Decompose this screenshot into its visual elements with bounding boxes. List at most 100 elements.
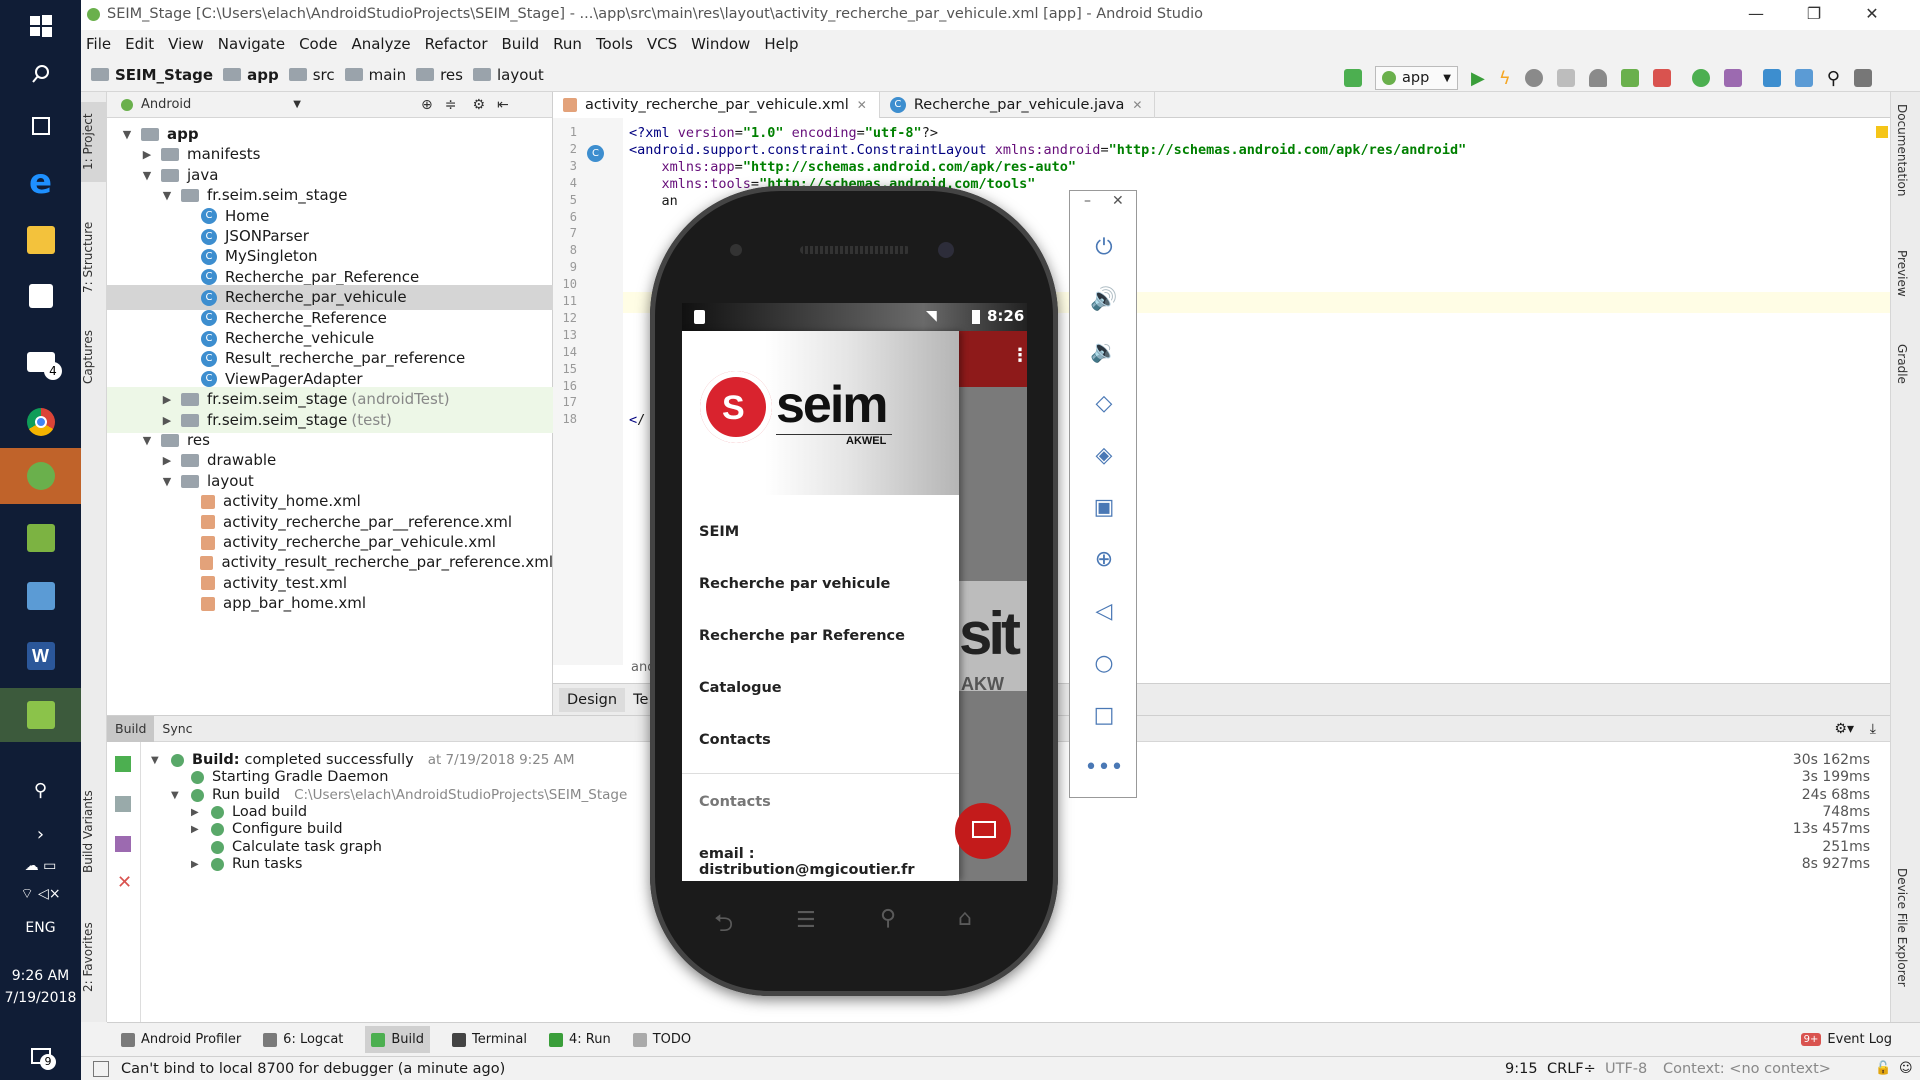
minimize-emulator-icon[interactable]: –	[1084, 193, 1091, 209]
tab-layout-xml[interactable]: activity_recherche_par_vehicule.xml ✕	[553, 91, 880, 118]
app-icon-green[interactable]	[0, 512, 81, 564]
breadcrumb-res[interactable]: res	[416, 66, 463, 84]
rotate-left-icon[interactable]: ◇	[1070, 377, 1138, 429]
close-emulator-icon[interactable]: ✕	[1112, 193, 1124, 209]
app-icon-blue[interactable]	[0, 570, 81, 622]
tray-icons[interactable]: ☁ ▭	[0, 850, 81, 882]
tab-device-file-explorer[interactable]: Device File Explorer	[1895, 868, 1909, 987]
search-icon[interactable]	[0, 48, 81, 100]
layout-inspector-icon[interactable]	[1853, 69, 1872, 87]
apply-changes-icon[interactable]: ϟ	[1499, 68, 1511, 89]
clock-date[interactable]: 7/19/2018	[0, 990, 81, 1006]
locate-icon[interactable]: ⊕	[421, 97, 433, 113]
attach-debugger-icon[interactable]	[1620, 69, 1639, 87]
action-center-icon[interactable]: 9	[0, 1032, 81, 1080]
android-studio-icon[interactable]	[0, 448, 81, 504]
menu-edit[interactable]: Edit	[118, 30, 161, 58]
drawer-item-recherche-reference[interactable]: Recherche par Reference	[699, 628, 905, 644]
tab-todo[interactable]: TODO	[632, 1032, 691, 1047]
debug-icon[interactable]	[1524, 69, 1543, 87]
overflow-menu-icon[interactable]: ⋮	[1011, 345, 1027, 366]
windows-start-icon[interactable]	[0, 0, 81, 52]
stop-icon[interactable]	[1652, 69, 1671, 87]
tab-terminal[interactable]: Terminal	[452, 1032, 527, 1047]
hammer-icon[interactable]	[115, 756, 131, 772]
chevron-down-icon[interactable]: ▼	[293, 99, 301, 110]
volume-down-icon[interactable]: 🔉	[1070, 325, 1138, 377]
menu-run[interactable]: Run	[546, 30, 589, 58]
volume-up-icon[interactable]: 🔊	[1070, 273, 1138, 325]
run-config-select[interactable]: app ▼	[1375, 66, 1458, 90]
drawer-email[interactable]: email : distribution@mgicoutier.fr	[699, 846, 959, 878]
hide-panel-icon[interactable]: ⤓	[1870, 721, 1876, 737]
line-separator[interactable]: CRLF÷	[1547, 1061, 1596, 1077]
drawer-item-recherche-vehicule[interactable]: Recherche par vehicule	[699, 576, 890, 592]
menu-refactor[interactable]: Refactor	[418, 30, 495, 58]
code-line[interactable]: <android.support.constraint.ConstraintLa…	[629, 142, 1466, 158]
menu-window[interactable]: Window	[684, 30, 757, 58]
app-icon-tablet[interactable]	[0, 688, 81, 742]
toggle-tool-windows-icon[interactable]	[93, 1060, 109, 1077]
menu-help[interactable]: Help	[757, 30, 805, 58]
file-encoding[interactable]: UTF-8	[1605, 1061, 1647, 1077]
camera-icon[interactable]: ▣	[1070, 481, 1138, 533]
tab-run[interactable]: 4: Run	[548, 1032, 611, 1047]
tab-java-file[interactable]: C Recherche_par_vehicule.java ✕	[880, 91, 1156, 118]
expand-right-icon[interactable]: ▶	[191, 854, 207, 875]
emulator-screen[interactable]: ◥ 8:26 ⋮ sit AKW S seim AKWEL SEIM Reche…	[682, 303, 1027, 881]
design-tab[interactable]: Design	[559, 687, 626, 712]
restore-button[interactable]: ❐	[1785, 0, 1843, 30]
gear-icon[interactable]: ⚙▾	[1834, 721, 1854, 737]
lock-icon[interactable]: 🔓	[1875, 1061, 1891, 1076]
drawer-item-catalogue[interactable]: Catalogue	[699, 680, 782, 696]
drawer-item-contacts[interactable]: Contacts	[699, 732, 771, 748]
word-icon[interactable]: W	[0, 630, 81, 682]
close-button[interactable]: ✕	[1843, 0, 1901, 30]
tab-captures[interactable]: Captures	[81, 317, 107, 397]
menu-file[interactable]: File	[81, 30, 118, 58]
rotate-right-icon[interactable]: ◈	[1070, 429, 1138, 481]
menu-vcs[interactable]: VCS	[640, 30, 684, 58]
tab-project[interactable]: 1: Project	[81, 102, 107, 182]
drawer-item-seim[interactable]: SEIM	[699, 524, 739, 540]
project-structure-icon[interactable]	[1794, 69, 1813, 87]
tab-documentation[interactable]: Documentation	[1895, 104, 1909, 197]
make-project-icon[interactable]	[1344, 69, 1362, 87]
project-view-select[interactable]: Android	[141, 97, 191, 112]
tab-gradle[interactable]: Gradle	[1895, 344, 1909, 384]
build-row[interactable]: ▶ Run tasks	[191, 854, 303, 875]
clock-time[interactable]: 9:26 AM	[0, 968, 81, 984]
status-message[interactable]: Can't bind to local 8700 for debugger (a…	[121, 1061, 505, 1077]
menu-code[interactable]: Code	[292, 30, 344, 58]
power-icon[interactable]: ⏻	[1070, 221, 1138, 273]
home-icon[interactable]: ○	[1070, 637, 1138, 689]
toggle-view-icon[interactable]	[115, 796, 131, 812]
minimize-button[interactable]: —	[1727, 0, 1785, 30]
breadcrumb-src[interactable]: src	[288, 66, 335, 84]
collapse-icon[interactable]: ≑	[445, 97, 457, 113]
back-key-icon[interactable]: ⮌	[714, 906, 733, 947]
search-everywhere-icon[interactable]: ⚲	[1827, 68, 1840, 89]
tab-logcat[interactable]: 6: Logcat	[263, 1032, 343, 1047]
tab-build[interactable]: Build	[107, 715, 155, 742]
gear-icon[interactable]: ⚙	[472, 97, 485, 113]
code-line[interactable]: xmlns:app="http://schemas.android.com/ap…	[629, 159, 1077, 175]
edge-icon[interactable]: e	[0, 156, 81, 208]
tab-android-profiler[interactable]: Android Profiler	[121, 1032, 241, 1047]
close-icon[interactable]: ✕	[857, 98, 867, 112]
menu-tools[interactable]: Tools	[589, 30, 640, 58]
back-icon[interactable]: ◁	[1070, 585, 1138, 637]
tab-favorites[interactable]: 2: Favorites	[81, 912, 107, 1002]
avd-manager-icon[interactable]	[1723, 69, 1742, 87]
menu-view[interactable]: View	[161, 30, 211, 58]
breadcrumb-project[interactable]: SEIM_Stage	[91, 66, 213, 84]
profile-icon[interactable]	[1588, 69, 1607, 87]
code-line[interactable]: </	[629, 412, 645, 428]
filter-icon[interactable]	[115, 836, 131, 852]
coverage-icon[interactable]	[1556, 69, 1575, 87]
language-indicator[interactable]: ENG	[0, 920, 81, 936]
task-view-icon[interactable]	[0, 100, 81, 152]
chrome-icon[interactable]	[0, 396, 81, 448]
stop-build-icon[interactable]: ✕	[117, 872, 140, 893]
tab-structure[interactable]: 7: Structure	[81, 212, 107, 302]
